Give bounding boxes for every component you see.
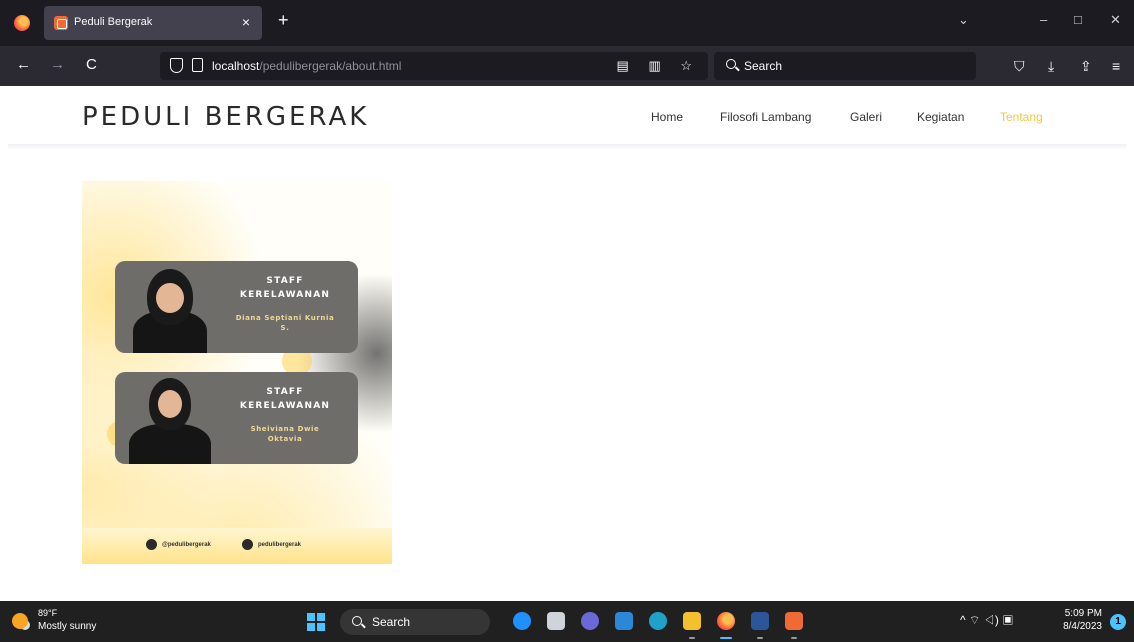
tiktok-handle: pedulibergerak — [258, 542, 302, 548]
reload-icon[interactable]: C — [86, 57, 97, 72]
nav-link-filosofi-lambang[interactable]: Filosofi Lambang — [720, 110, 811, 124]
new-tab-button[interactable]: + — [278, 11, 289, 29]
forward-icon[interactable]: → — [50, 57, 65, 72]
staff-photo — [125, 372, 215, 464]
url-host: localhost — [212, 59, 260, 73]
bing-chat-icon[interactable] — [513, 612, 531, 630]
weather-temperature[interactable]: 89°F — [38, 608, 57, 618]
nav-link-home[interactable]: Home — [651, 110, 683, 124]
windows-taskbar: 89°F Mostly sunny Search ^ ⌔ ◁) ▣ 5:09 P… — [0, 601, 1134, 642]
downloads-icon[interactable]: ⤓ — [1048, 58, 1054, 75]
menu-icon[interactable]: ≡ — [1112, 58, 1120, 74]
nav-link-kegiatan[interactable]: Kegiatan — [917, 110, 964, 124]
nav-link-tentang[interactable]: Tentang — [1000, 110, 1043, 124]
shield-icon[interactable] — [170, 58, 183, 73]
url-text[interactable]: localhost/pedulibergerak/about.html — [212, 59, 401, 73]
site-brand[interactable]: PEDULI BERGERAK — [82, 102, 369, 132]
card-title-line1: STAFF — [266, 387, 304, 397]
site-header: PEDULI BERGERAK Home Filosofi Lambang Ga… — [0, 86, 1134, 150]
pocket-icon[interactable]: ⛉ — [1014, 58, 1025, 75]
url-bar[interactable]: localhost/pedulibergerak/about.html ▤ ▥ … — [160, 52, 708, 80]
tab-favicon-icon — [54, 16, 68, 30]
photo-face — [156, 283, 184, 313]
instagram-icon — [146, 539, 157, 550]
instagram-handle: @pedulibergerak — [162, 542, 211, 548]
browser-search-input[interactable]: Search — [714, 52, 976, 80]
page-info-icon[interactable] — [192, 58, 203, 72]
card-title-line1: STAFF — [266, 276, 304, 286]
poster-footer: @pedulibergerak pedulibergerak — [82, 528, 392, 564]
nav-link-galeri[interactable]: Galeri — [850, 110, 882, 124]
staff-card: STAFF KERELAWANAN Sheiviana Dwie Oktavia — [115, 372, 358, 464]
url-path: /pedulibergerak/about.html — [259, 59, 402, 73]
file-explorer-icon[interactable] — [683, 612, 701, 630]
list-all-tabs-icon[interactable]: ⌄ — [958, 12, 969, 28]
windows-start-icon[interactable] — [307, 613, 325, 631]
system-tray-icons[interactable]: ^ ⌔ ◁) ▣ — [960, 613, 1013, 628]
card-name-line2: S. — [280, 324, 290, 332]
back-icon[interactable]: ← — [16, 57, 31, 72]
xampp-icon[interactable] — [785, 612, 803, 630]
active-indicator — [720, 637, 732, 639]
taskbar-search-label: Search — [372, 615, 411, 629]
browser-tab[interactable]: Peduli Bergerak × — [44, 6, 262, 40]
staff-poster-image: STAFF KERELAWANAN Diana Septiani Kurnia … — [82, 181, 392, 564]
clock-date[interactable]: 8/4/2023 — [1052, 621, 1102, 632]
photo-face — [158, 390, 182, 418]
search-icon — [726, 59, 736, 69]
browser-nav-bar: ← → C localhost/pedulibergerak/about.htm… — [0, 46, 1134, 86]
maximize-icon[interactable]: □ — [1074, 12, 1082, 27]
tab-title: Peduli Bergerak — [74, 16, 153, 28]
url-action-icons[interactable]: ▤ ▥ ☆ — [617, 58, 700, 74]
running-indicator — [757, 637, 763, 639]
mail-icon[interactable] — [615, 612, 633, 630]
edge-icon[interactable] — [649, 612, 667, 630]
card-title-line2: KERELAWANAN — [239, 290, 331, 300]
firefox-icon[interactable] — [14, 15, 30, 31]
web-page: PEDULI BERGERAK Home Filosofi Lambang Ga… — [0, 86, 1134, 601]
card-name-line2: Oktavia — [267, 435, 303, 443]
staff-photo — [125, 261, 215, 353]
weather-condition[interactable]: Mostly sunny — [38, 621, 96, 632]
teams-chat-icon[interactable] — [581, 612, 599, 630]
tiktok-icon — [242, 539, 253, 550]
staff-card: STAFF KERELAWANAN Diana Septiani Kurnia … — [115, 261, 358, 353]
card-title-line2: KERELAWANAN — [239, 401, 331, 411]
notification-badge[interactable]: 1 — [1110, 614, 1126, 630]
taskbar-search-input[interactable]: Search — [340, 609, 490, 635]
task-view-icon[interactable] — [547, 612, 565, 630]
photo-body — [129, 424, 211, 464]
card-name-line1: Sheiviana Dwie — [250, 425, 320, 433]
weather-sun-icon[interactable] — [12, 613, 28, 629]
share-icon[interactable]: ⇪ — [1080, 58, 1092, 75]
close-window-icon[interactable]: ✕ — [1110, 12, 1121, 28]
running-indicator — [689, 637, 695, 639]
running-indicator — [791, 637, 797, 639]
word-icon[interactable] — [751, 612, 769, 630]
firefox-taskbar-icon[interactable] — [717, 612, 735, 630]
clock-time[interactable]: 5:09 PM — [1052, 608, 1102, 619]
search-icon — [352, 616, 362, 626]
search-placeholder: Search — [744, 59, 783, 73]
card-name-line1: Diana Septiani Kurnia — [235, 314, 335, 322]
browser-tab-bar: Peduli Bergerak × + ⌄ – □ ✕ — [0, 0, 1134, 46]
tab-close-icon[interactable]: × — [242, 14, 250, 30]
minimize-icon[interactable]: – — [1040, 12, 1047, 27]
